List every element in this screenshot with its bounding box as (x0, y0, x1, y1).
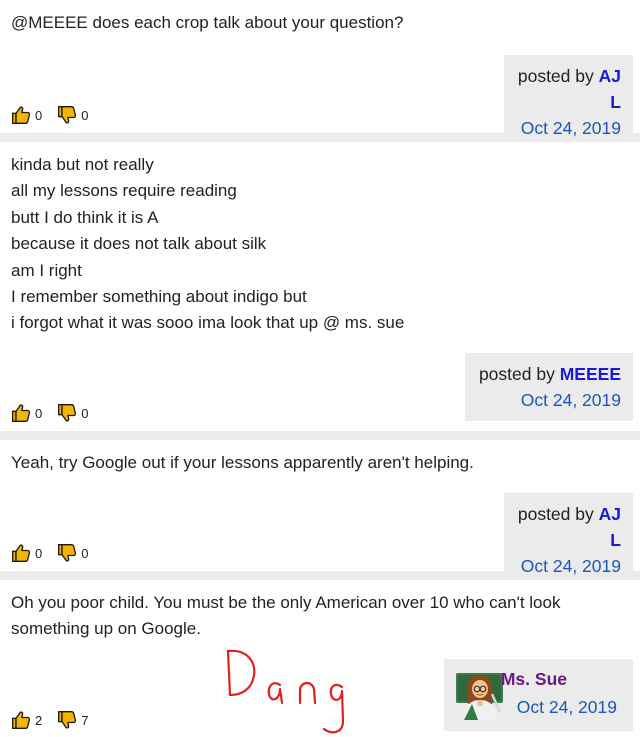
thumbs-down-icon (57, 543, 77, 563)
dislike-button[interactable]: 7 (57, 710, 88, 730)
author-link[interactable]: AJ L (599, 504, 621, 550)
post-meta: posted by MEEEE Oct 24, 2019 (465, 353, 633, 421)
posted-by-label: posted by (478, 364, 555, 384)
vote-bar: 2 7 (11, 710, 103, 730)
comment-line: because it does not talk about silk (11, 234, 267, 254)
post-date[interactable]: Oct 24, 2019 (517, 697, 617, 718)
comment-body: Oh you poor child. You must be the only … (11, 590, 620, 643)
comment-post: kinda but not really all my lessons requ… (0, 142, 640, 431)
comment-line: I remember something about indigo but (11, 287, 307, 307)
like-button[interactable]: 0 (11, 105, 42, 125)
thumbs-up-icon (11, 543, 31, 563)
posted-by-label: posted by (517, 504, 594, 524)
comment-line: kinda but not really (11, 155, 154, 174)
comment-post: Yeah, try Google out if your lessons app… (0, 440, 640, 587)
vote-bar: 0 0 (11, 543, 103, 563)
comment-line: am I right (11, 260, 82, 280)
like-count: 0 (35, 545, 43, 561)
teacher-avatar-icon (456, 673, 503, 720)
dislike-button[interactable]: 0 (57, 543, 88, 563)
post-date[interactable]: Oct 24, 2019 (516, 115, 621, 141)
comment-line: butt I do think it is A (11, 207, 159, 227)
author-link[interactable]: AJ L (599, 66, 621, 112)
comment-body: kinda but not really all my lessons requ… (11, 152, 620, 337)
comment-line: Yeah, try Google out if your lessons app… (11, 453, 474, 472)
thumbs-down-icon (57, 105, 77, 125)
post-date[interactable]: Oct 24, 2019 (516, 553, 621, 579)
comment-body: Yeah, try Google out if your lessons app… (11, 450, 620, 476)
comment-line: all my lessons require reading (11, 181, 237, 201)
dislike-count: 0 (81, 405, 89, 421)
thumbs-down-icon (57, 710, 77, 730)
thumbs-up-icon (11, 710, 31, 730)
like-count: 0 (35, 107, 43, 123)
thumbs-down-icon (57, 403, 77, 423)
like-button[interactable]: 2 (11, 710, 42, 730)
dislike-count: 7 (81, 712, 89, 728)
comment-post: @MEEEE does each crop talk about your qu… (0, 0, 640, 149)
post-meta: posted by AJ L Oct 24, 2019 (504, 493, 633, 587)
post-meta: posted by AJ L Oct 24, 2019 (504, 55, 633, 149)
posted-by-label: posted by (517, 66, 594, 86)
post-meta: Ms. Sue Oct 24, 2019 (444, 659, 633, 731)
dislike-button[interactable]: 0 (57, 403, 88, 423)
thumbs-up-icon (11, 403, 31, 423)
like-button[interactable]: 0 (11, 543, 42, 563)
like-button[interactable]: 0 (11, 403, 42, 423)
comment-line: i forgot what it was sooo ima look that … (11, 313, 405, 333)
vote-bar: 0 0 (11, 403, 103, 423)
thumbs-up-icon (11, 105, 31, 125)
like-count: 0 (35, 405, 43, 421)
dislike-count: 0 (81, 545, 89, 561)
comment-line: @MEEEE does each crop talk about your qu… (11, 13, 404, 32)
like-count: 2 (35, 712, 43, 728)
author-link[interactable]: Ms. Sue (501, 669, 567, 690)
comment-line: something up on Google. (11, 619, 201, 639)
post-date[interactable]: Oct 24, 2019 (477, 387, 621, 413)
dislike-count: 0 (81, 107, 89, 123)
comment-body: @MEEEE does each crop talk about your qu… (11, 10, 620, 36)
dislike-button[interactable]: 0 (57, 105, 88, 125)
comment-line: Oh you poor child. You must be the only … (11, 593, 561, 612)
vote-bar: 0 0 (11, 105, 103, 125)
author-link[interactable]: MEEEE (560, 364, 621, 384)
handwritten-scribble (226, 649, 345, 734)
